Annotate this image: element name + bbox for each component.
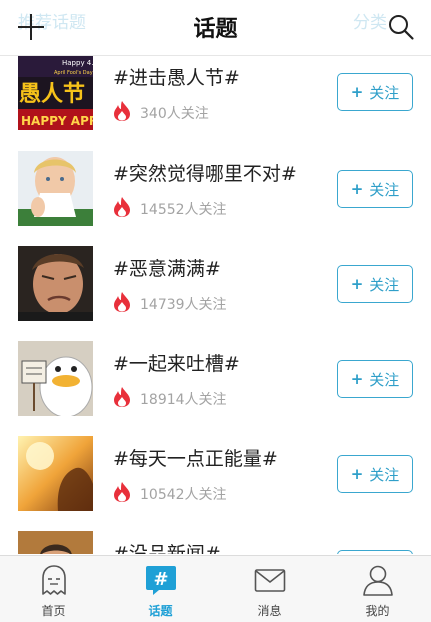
follower-count: 14552人关注 xyxy=(140,202,227,218)
april-fools-line2: April Fool's Day xyxy=(54,70,93,76)
topic-name[interactable]: #每天一点正能量# xyxy=(113,444,278,471)
follow-button[interactable]: + 关注 xyxy=(337,550,413,554)
follower-count: 18914人关注 xyxy=(140,392,227,408)
april-fools-line1: Happy 4.1 xyxy=(62,59,93,67)
tab-home[interactable]: 首页 xyxy=(0,556,107,622)
cartoon-duck-thumbnail xyxy=(18,341,93,416)
flame-icon xyxy=(114,482,130,502)
tab-messages[interactable]: 消息 xyxy=(216,556,323,622)
flame-icon xyxy=(114,197,130,217)
follow-label: 关注 xyxy=(369,465,400,484)
topic-row[interactable]: #没品新闻# + 关注 xyxy=(0,531,431,554)
follower-count: 14739人关注 xyxy=(140,297,227,313)
topic-list[interactable]: Happy 4.1 April Fool's Day 愚人节 HAPPY APR… xyxy=(0,56,431,554)
envelope-icon xyxy=(254,569,286,592)
topic-name[interactable]: #没品新闻# xyxy=(113,539,221,554)
topic-row[interactable]: #一起来吐槽# 18914人关注 + 关注 xyxy=(0,341,431,436)
tab-label: 消息 xyxy=(257,604,282,618)
tab-label: 话题 xyxy=(148,604,173,618)
follower-count: 340人关注 xyxy=(140,106,209,122)
topic-name[interactable]: #突然觉得哪里不对# xyxy=(113,159,297,186)
plus-icon: + xyxy=(350,180,364,198)
flame-icon xyxy=(114,387,130,407)
follow-label: 关注 xyxy=(369,370,400,389)
april-fools-thumbnail: Happy 4.1 April Fool's Day 愚人节 HAPPY APR… xyxy=(18,56,93,130)
news-thumbnail xyxy=(18,531,93,554)
frowning-man-thumbnail xyxy=(18,246,93,321)
boy-tissue-thumbnail xyxy=(18,151,93,226)
page-title: 话题 xyxy=(193,17,238,42)
flame-icon xyxy=(114,101,130,121)
topic-name[interactable]: #进击愚人节# xyxy=(113,63,240,90)
follow-button[interactable]: + 关注 xyxy=(337,265,413,303)
follow-label: 关注 xyxy=(369,180,400,199)
topic-row[interactable]: #恶意满满# 14739人关注 + 关注 xyxy=(0,246,431,341)
follow-label: 关注 xyxy=(369,83,400,102)
sunset-thumbnail xyxy=(18,436,93,511)
svg-text:#: # xyxy=(153,569,168,590)
hashtag-icon: # xyxy=(146,566,176,595)
april-fools-bottom: HAPPY APRIL xyxy=(21,114,93,128)
bottom-tab-bar: 首页 # 话题 消息 我的 xyxy=(0,555,431,622)
ghost-icon xyxy=(42,565,66,595)
tab-label: 我的 xyxy=(365,604,390,618)
april-fools-big: 愚人节 xyxy=(19,82,85,107)
follow-button[interactable]: + 关注 xyxy=(337,455,413,493)
plus-icon: + xyxy=(350,370,364,388)
person-icon xyxy=(363,565,393,596)
plus-icon: + xyxy=(350,275,364,293)
top-bar: 推荐话题 分类 话题 xyxy=(0,0,431,56)
follower-count: 10542人关注 xyxy=(140,487,227,503)
follow-label: 关注 xyxy=(369,275,400,294)
follow-button[interactable]: + 关注 xyxy=(337,73,413,111)
topic-name[interactable]: #一起来吐槽# xyxy=(113,349,240,376)
tab-topics[interactable]: # 话题 xyxy=(107,556,214,622)
follow-button[interactable]: + 关注 xyxy=(337,360,413,398)
flame-icon xyxy=(114,292,130,312)
plus-icon: + xyxy=(350,465,364,483)
tab-label: 首页 xyxy=(41,604,66,618)
tab-profile[interactable]: 我的 xyxy=(324,556,431,622)
topic-row[interactable]: #突然觉得哪里不对# 14552人关注 + 关注 xyxy=(0,151,431,246)
topic-name[interactable]: #恶意满满# xyxy=(113,254,221,281)
search-icon[interactable] xyxy=(387,13,415,41)
topic-row[interactable]: Happy 4.1 April Fool's Day 愚人节 HAPPY APR… xyxy=(0,56,431,150)
topic-row[interactable]: #每天一点正能量# 10542人关注 + 关注 xyxy=(0,436,431,531)
plus-icon: + xyxy=(350,83,364,101)
follow-button[interactable]: + 关注 xyxy=(337,170,413,208)
